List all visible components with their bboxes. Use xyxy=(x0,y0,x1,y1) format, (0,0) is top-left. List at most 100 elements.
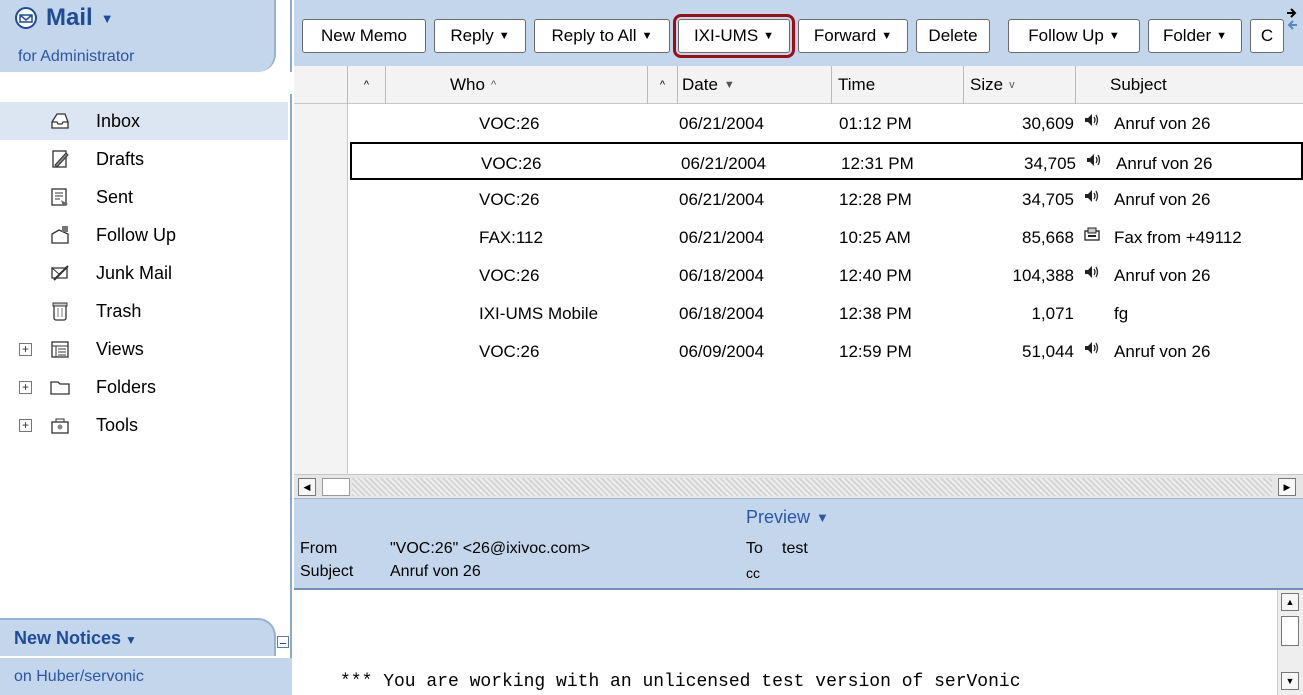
message-date: 06/18/2004 xyxy=(679,304,765,323)
sidebar-item-tools[interactable]: + Tools xyxy=(0,406,292,444)
column-date[interactable]: Date ▼ xyxy=(678,66,832,104)
voice-message-icon xyxy=(1086,153,1102,172)
trash-icon xyxy=(48,299,72,323)
message-size: 30,609 xyxy=(1022,114,1074,133)
column-who-label: Who xyxy=(450,75,485,94)
junk-mail-icon xyxy=(48,261,72,285)
voice-message-icon xyxy=(1084,189,1100,208)
button-label: Folder xyxy=(1162,26,1212,45)
forward-button[interactable]: Forward ▼ xyxy=(798,19,908,53)
sidebar-item-sent[interactable]: Sent xyxy=(0,178,292,216)
message-size: 1,071 xyxy=(1031,304,1074,323)
message-time: 12:28 PM xyxy=(839,190,912,209)
column-size[interactable]: Size v xyxy=(964,66,1076,104)
message-row[interactable]: VOC:26 06/21/2004 12:31 PM 34,705 Anruf von … xyxy=(350,142,1303,180)
sidebar-spacer xyxy=(0,72,292,94)
preview-toggle[interactable]: Preview ▼ xyxy=(746,507,829,528)
message-size: 104,388 xyxy=(1012,266,1074,285)
message-row[interactable]: VOC:26 06/18/2004 12:40 PM 104,388 Anruf von… xyxy=(350,256,1303,294)
scroll-track[interactable] xyxy=(352,478,1272,496)
sidebar-item-label: Trash xyxy=(96,300,142,321)
horizontal-scrollbar[interactable]: ◀ ▶ xyxy=(294,474,1303,498)
sidebar-item-inbox[interactable]: Inbox xyxy=(0,102,288,140)
message-subject: Anruf von 26 xyxy=(1116,154,1213,173)
message-date: 06/18/2004 xyxy=(679,266,765,285)
chevron-down-icon: ▼ xyxy=(763,30,775,42)
message-row[interactable]: VOC:26 06/09/2004 12:59 PM 51,044 Anruf von … xyxy=(350,332,1303,370)
column-who[interactable]: Who ^ xyxy=(386,66,648,104)
message-subject: Anruf von 26 xyxy=(1114,266,1211,285)
follow-up-button[interactable]: Follow Up ▼ xyxy=(1008,19,1140,53)
from-value: "VOC:26" <26@ixivoc.com> xyxy=(390,540,591,557)
vertical-scrollbar[interactable]: ▲ ▼ xyxy=(1277,590,1303,695)
message-time: 12:40 PM xyxy=(839,266,912,285)
reply-to-all-button[interactable]: Reply to All ▼ xyxy=(534,19,670,53)
chevron-down-icon: ▼ xyxy=(125,633,137,647)
folder-icon xyxy=(48,375,72,399)
column-time[interactable]: Time xyxy=(832,66,964,104)
chevron-down-icon: ▼ xyxy=(498,30,510,42)
scroll-thumb[interactable] xyxy=(322,478,350,496)
message-body-text: *** You are working with an unlicensed t… xyxy=(340,672,1021,692)
message-size: 34,705 xyxy=(1022,190,1074,209)
message-who: VOC:26 xyxy=(479,190,540,209)
toolbar-scroll-icon[interactable] xyxy=(1285,4,1299,34)
sidebar-item-label: Inbox xyxy=(96,110,141,131)
sidebar: Mail ▼ for Administrator Inbox Drafts Sent… xyxy=(0,0,292,695)
message-who: FAX:112 xyxy=(479,228,543,247)
sidebar-item-label: Tools xyxy=(96,414,139,435)
button-label: Forward xyxy=(813,26,877,45)
sidebar-item-label: Junk Mail xyxy=(96,262,173,283)
sidebar-item-trash[interactable]: Trash xyxy=(0,292,292,330)
scroll-up-icon[interactable]: ▲ xyxy=(1281,593,1299,611)
scroll-down-icon[interactable]: ▼ xyxy=(1281,672,1299,690)
message-subject: Anruf von 26 xyxy=(1114,190,1211,209)
sidebar-item-views[interactable]: + Views xyxy=(0,330,292,368)
scroll-thumb[interactable] xyxy=(1281,616,1299,646)
sent-icon xyxy=(48,185,72,209)
sidebar-item-label: Views xyxy=(96,338,144,359)
scroll-right-icon[interactable]: ▶ xyxy=(1278,478,1296,496)
sidebar-item-follow-up[interactable]: Follow Up xyxy=(0,216,292,254)
new-memo-button[interactable]: New Memo xyxy=(302,19,426,53)
subject-label: Subject xyxy=(300,563,354,580)
delete-button[interactable]: Delete xyxy=(916,19,990,53)
message-size: 34,705 xyxy=(1024,154,1076,173)
button-label: New Memo xyxy=(321,26,407,45)
mail-title-button[interactable]: Mail ▼ xyxy=(14,4,114,32)
sidebar-item-drafts[interactable]: Drafts xyxy=(0,140,292,178)
button-label: Follow Up xyxy=(1028,26,1104,45)
expand-icon[interactable]: + xyxy=(19,418,32,432)
preview-header: Preview ▼ From "VOC:26" <26@ixivoc.com> … xyxy=(294,498,1303,590)
column-sort-toggle[interactable]: ^ xyxy=(648,66,678,104)
message-row[interactable]: FAX:112 06/21/2004 10:25 AM 85,668 Fax from … xyxy=(350,218,1303,256)
message-who: VOC:26 xyxy=(479,342,540,361)
message-subject: fg xyxy=(1114,304,1129,323)
follow-up-icon xyxy=(48,223,72,247)
c-button[interactable]: C xyxy=(1250,19,1284,53)
message-row[interactable]: VOC:26 06/21/2004 01:12 PM 30,609 Anruf von … xyxy=(350,104,1303,142)
sidebar-item-folders[interactable]: + Folders xyxy=(0,368,292,406)
voice-message-icon xyxy=(1084,341,1100,360)
mail-icon xyxy=(15,7,37,29)
expand-icon[interactable]: + xyxy=(19,342,32,356)
scroll-left-icon[interactable]: ◀ xyxy=(298,478,316,496)
reply-button[interactable]: Reply ▼ xyxy=(434,19,526,53)
ixi-ums-button[interactable]: IXI-UMS ▼ xyxy=(673,14,795,58)
expand-icon[interactable]: + xyxy=(19,380,32,394)
message-row[interactable]: VOC:26 06/21/2004 12:28 PM 34,705 Anruf von … xyxy=(350,180,1303,218)
chevron-up-icon: ^ xyxy=(659,79,666,91)
message-who: VOC:26 xyxy=(479,114,540,133)
to-value: test xyxy=(782,540,808,557)
folder-button[interactable]: Folder ▼ xyxy=(1148,19,1242,53)
column-sort-toggle[interactable]: ^ xyxy=(348,66,386,104)
collapse-icon[interactable] xyxy=(277,636,289,648)
message-subject: Anruf von 26 xyxy=(1114,342,1211,361)
drafts-icon xyxy=(48,147,72,171)
column-subject[interactable]: Subject xyxy=(1076,66,1303,104)
sidebar-item-junk-mail[interactable]: Junk Mail xyxy=(0,254,292,292)
chevron-down-icon: ▼ xyxy=(816,510,829,525)
message-row[interactable]: IXI-UMS Mobile 06/18/2004 12:38 PM 1,071 fg xyxy=(350,294,1303,332)
notices-header[interactable]: New Notices ▼ xyxy=(0,618,276,656)
chevron-down-icon: ▼ xyxy=(723,79,735,91)
